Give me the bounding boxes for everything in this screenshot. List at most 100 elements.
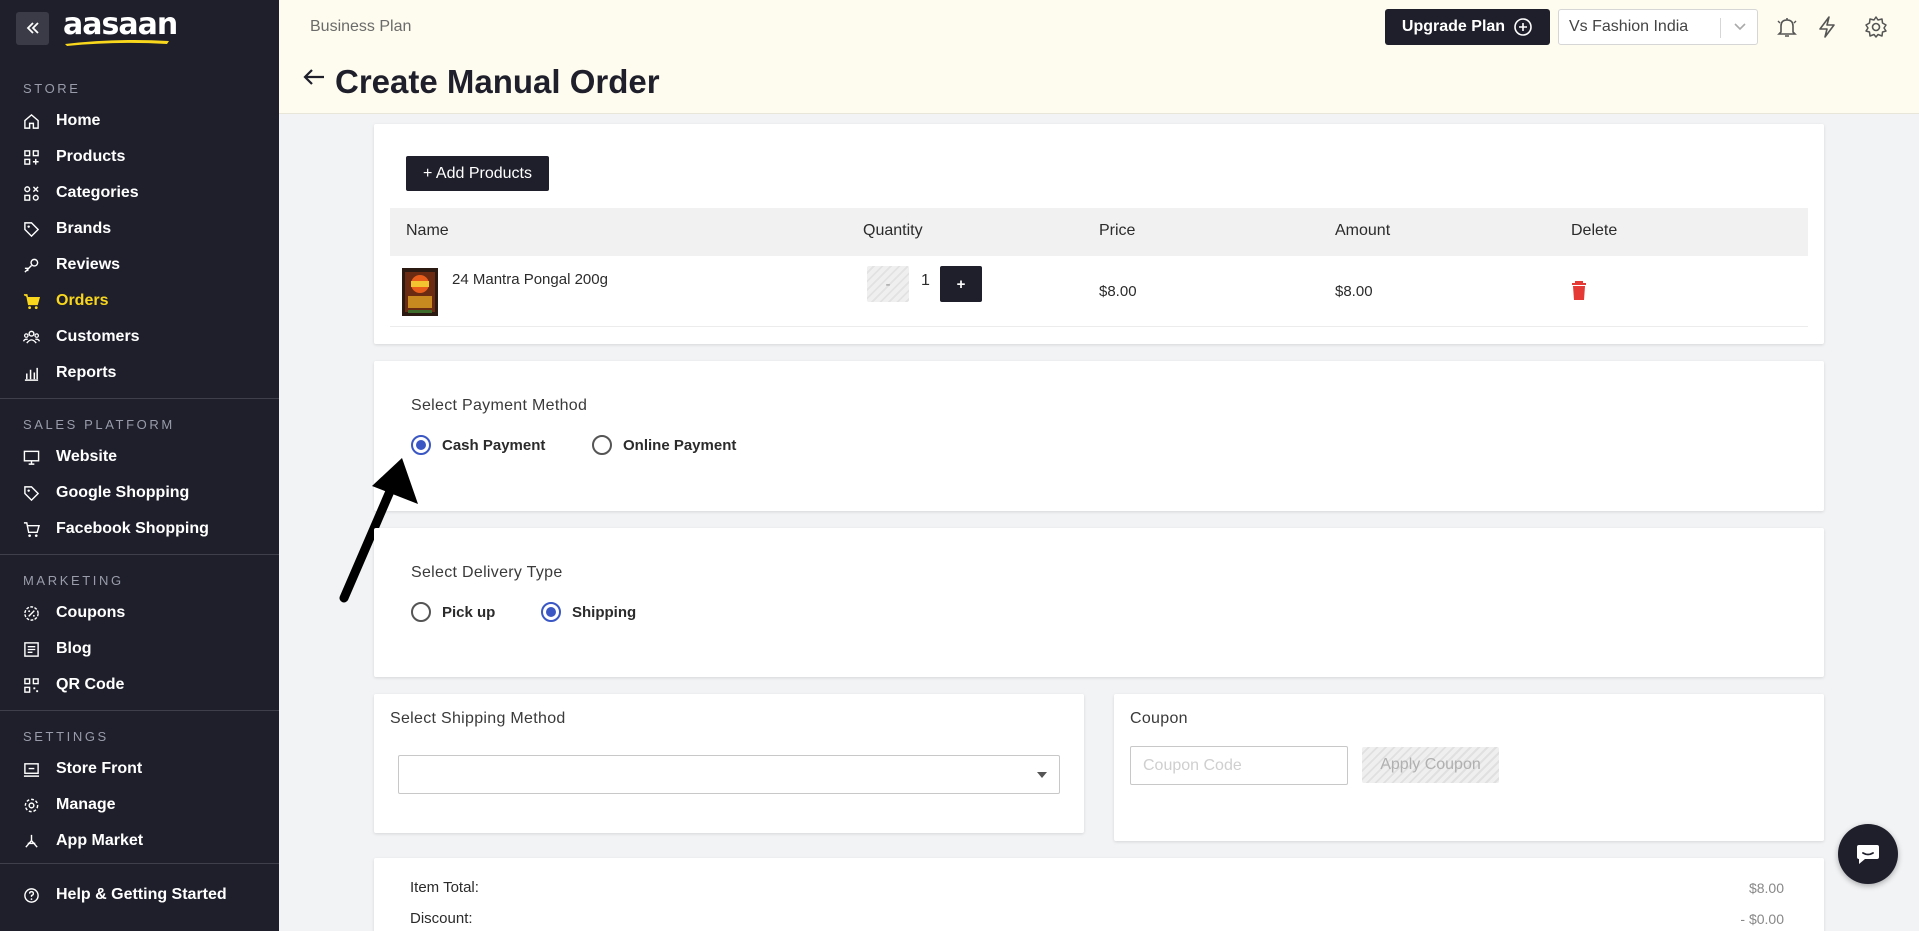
page-title: Create Manual Order (335, 63, 660, 100)
product-thumbnail (402, 268, 438, 316)
sidebar-item-label: Manage (56, 796, 116, 813)
plus-circle-icon (1514, 18, 1532, 36)
sidebar-item-label: Customers (56, 328, 140, 345)
column-amount: Amount (1335, 222, 1391, 239)
delivery-type-label: Select Delivery Type (411, 564, 563, 581)
coupon-label: Coupon (1130, 710, 1188, 727)
sidebar-item-label: Google Shopping (56, 484, 190, 501)
sidebar-item-categories[interactable]: Categories (0, 175, 279, 211)
quantity-increase-button[interactable]: + (940, 266, 982, 302)
sidebar-item-help[interactable]: Help & Getting Started (0, 877, 279, 913)
tag-icon (22, 220, 40, 238)
store-select[interactable]: Vs Fashion India (1558, 9, 1758, 45)
back-button[interactable] (302, 68, 326, 91)
delete-trash-icon[interactable] (1571, 281, 1587, 301)
sidebar-item-blog[interactable]: Blog (0, 631, 279, 667)
monitor-icon (22, 448, 40, 466)
chat-bubble-icon (1857, 845, 1879, 864)
chat-support-button[interactable] (1838, 824, 1898, 884)
sidebar-item-label: Products (56, 148, 126, 165)
column-price: Price (1099, 222, 1136, 239)
sidebar-help-area: Help & Getting Started (0, 863, 279, 913)
sidebar-item-label: Reviews (56, 256, 121, 273)
chart-icon (22, 364, 40, 382)
payment-method-label: Select Payment Method (411, 397, 588, 414)
home-icon (22, 112, 40, 130)
shipping-method-label: Select Shipping Method (390, 710, 566, 727)
bell-icon[interactable] (1775, 15, 1799, 39)
column-quantity: Quantity (863, 222, 923, 239)
quantity-decrease-button[interactable]: - (867, 266, 909, 302)
sidebar-item-reports[interactable]: Reports (0, 355, 279, 391)
blog-icon (22, 640, 40, 658)
radio-pick-up[interactable]: Pick up (411, 602, 495, 622)
radio-label: Pick up (442, 603, 496, 621)
apply-coupon-button[interactable]: Apply Coupon (1362, 747, 1499, 783)
column-name: Name (406, 222, 449, 239)
radio-indicator (592, 435, 612, 455)
sidebar-item-label: Help & Getting Started (56, 886, 227, 903)
discount-label: Discount: (410, 910, 473, 927)
upgrade-plan-button[interactable]: Upgrade Plan (1385, 9, 1550, 45)
radio-indicator (411, 602, 431, 622)
sidebar-item-label: Orders (56, 292, 109, 309)
sidebar-item-label: Facebook Shopping (56, 520, 209, 537)
radio-label: Shipping (572, 603, 637, 621)
sidebar-item-label: App Market (56, 832, 144, 849)
double-chevron-left-icon (26, 22, 39, 34)
radio-online-payment[interactable]: Online Payment (592, 435, 736, 455)
sidebar-item-home[interactable]: Home (0, 103, 279, 139)
sidebar-item-brands[interactable]: Brands (0, 211, 279, 247)
help-icon (22, 886, 40, 904)
sidebar-item-manage[interactable]: Manage (0, 787, 279, 823)
settings-gear-icon[interactable] (1864, 15, 1888, 39)
sidebar-item-label: Blog (56, 640, 92, 657)
chevron-down-icon (1734, 23, 1746, 31)
sidebar-item-facebook-shopping[interactable]: Facebook Shopping (0, 511, 279, 547)
products-icon (22, 148, 40, 166)
categories-icon (22, 184, 40, 202)
coupon-code-input[interactable] (1130, 746, 1348, 785)
sidebar-item-reviews[interactable]: Reviews (0, 247, 279, 283)
gear-icon (22, 796, 40, 814)
radio-shipping[interactable]: Shipping (541, 602, 636, 622)
sidebar-item-orders[interactable]: Orders (0, 283, 279, 319)
sidebar-item-store-front[interactable]: Store Front (0, 751, 279, 787)
logo[interactable]: aasaan (63, 6, 178, 46)
shipping-method-card: Select Shipping Method (374, 694, 1084, 833)
products-card: + Add Products Name Quantity Price Amoun… (374, 124, 1824, 344)
shipping-method-select[interactable] (398, 755, 1060, 794)
sidebar-item-customers[interactable]: Customers (0, 319, 279, 355)
collapse-sidebar-button[interactable] (16, 11, 49, 45)
sidebar-section-settings: SETTINGS (23, 729, 109, 744)
sidebar-item-label: QR Code (56, 676, 125, 693)
sidebar-divider (0, 554, 279, 555)
delivery-type-card: Select Delivery Type Pick up Shipping (374, 528, 1824, 677)
add-products-button[interactable]: + Add Products (406, 156, 549, 191)
plan-label: Business Plan (310, 18, 412, 35)
sidebar-item-products[interactable]: Products (0, 139, 279, 175)
sidebar-item-label: Store Front (56, 760, 143, 777)
sidebar-item-label: Reports (56, 364, 117, 381)
product-amount: $8.00 (1335, 283, 1373, 300)
column-delete: Delete (1571, 222, 1618, 239)
sidebar-section-store: STORE (23, 81, 81, 96)
logo-text: aasaan (63, 6, 178, 42)
sidebar-item-google-shopping[interactable]: Google Shopping (0, 475, 279, 511)
payment-method-card: Select Payment Method Cash Payment Onlin… (374, 361, 1824, 511)
lightning-icon[interactable] (1815, 15, 1839, 39)
coupon-icon (22, 604, 40, 622)
sidebar-item-label: Brands (56, 220, 112, 237)
item-total-value: $8.00 (1748, 880, 1784, 896)
sidebar: aasaan STORE Home Products Categories Br… (0, 0, 279, 931)
sidebar-item-website[interactable]: Website (0, 439, 279, 475)
product-price: $8.00 (1099, 283, 1137, 300)
radio-label: Cash Payment (442, 436, 546, 454)
store-select-value: Vs Fashion India (1569, 18, 1689, 35)
sidebar-item-coupons[interactable]: Coupons (0, 595, 279, 631)
sidebar-item-app-market[interactable]: App Market (0, 823, 279, 859)
storefront-icon (22, 760, 40, 778)
sidebar-item-qr-code[interactable]: QR Code (0, 667, 279, 703)
radio-cash-payment[interactable]: Cash Payment (411, 435, 545, 455)
qr-icon (22, 676, 40, 694)
